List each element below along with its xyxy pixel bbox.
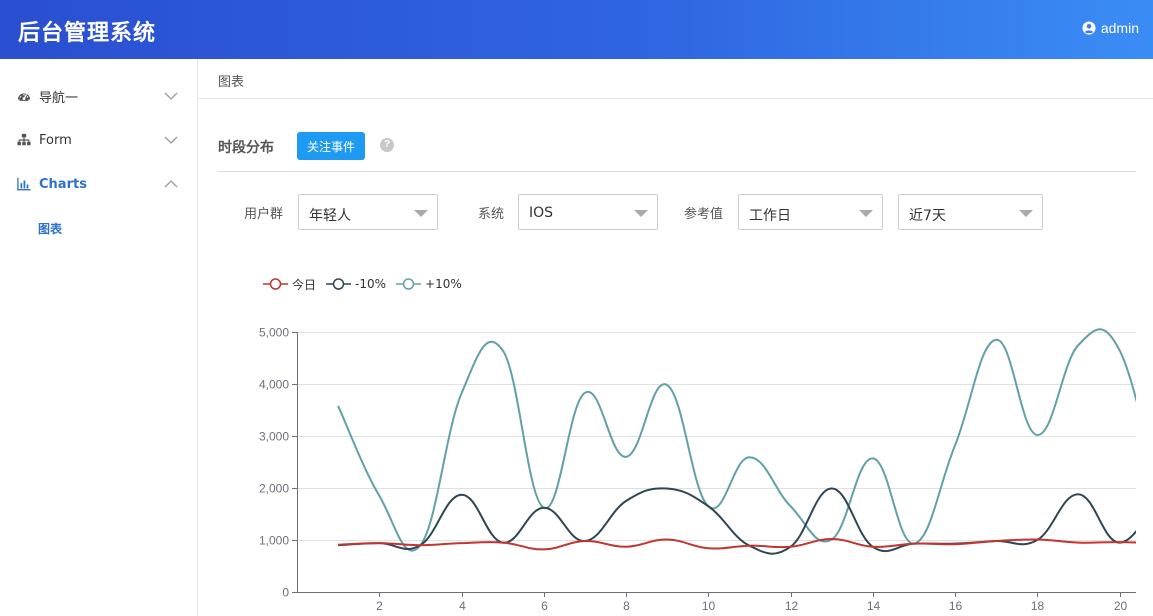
sidebar-item-label: Form bbox=[39, 132, 72, 148]
y-tick-label: 3,000 bbox=[259, 430, 289, 444]
caret-down-icon bbox=[859, 210, 873, 217]
line-chart: 0 1,000 2,000 3,000 4,000 5,000 2 4 6 8 10 12 14 16 18… bbox=[259, 326, 1136, 613]
x-tick-label: 20 bbox=[1114, 599, 1128, 613]
legend-label: -10% bbox=[355, 277, 387, 291]
reference-select[interactable]: 工作日 bbox=[738, 194, 883, 230]
sidebar-item-label: 导航一 bbox=[39, 90, 79, 106]
system-select[interactable]: IOS bbox=[518, 194, 658, 230]
date-range-value: 近7天 bbox=[909, 208, 946, 224]
chart-legend: 今日 -10% +10% bbox=[263, 276, 472, 292]
series-group bbox=[337, 328, 1136, 555]
user-menu[interactable]: admin bbox=[1082, 20, 1139, 36]
y-tick-label: 2,000 bbox=[259, 482, 289, 496]
user-group-value: 年轻人 bbox=[309, 208, 351, 224]
sidebar-item-charts[interactable]: Charts bbox=[0, 162, 197, 206]
series-line-+10% bbox=[337, 328, 1136, 552]
user-group-select[interactable]: 年轻人 bbox=[298, 194, 438, 230]
user-group-label: 用户群 bbox=[244, 207, 284, 222]
chevron-down-icon bbox=[164, 136, 178, 144]
follow-event-button[interactable]: 关注事件 bbox=[297, 132, 365, 160]
y-tick-label: 4,000 bbox=[259, 378, 289, 392]
system-label: 系统 bbox=[478, 207, 505, 222]
caret-down-icon bbox=[1019, 210, 1033, 217]
top-header: 后台管理系统 admin bbox=[0, 0, 1153, 59]
bar-chart-icon bbox=[17, 177, 31, 191]
breadcrumb: 图表 bbox=[218, 75, 245, 90]
system-value: IOS bbox=[529, 205, 554, 221]
x-tick-label: 18 bbox=[1031, 599, 1045, 613]
sidebar-item-nav-one[interactable]: 导航一 bbox=[0, 74, 197, 118]
x-tick-label: 14 bbox=[867, 599, 881, 613]
app-title: 后台管理系统 bbox=[18, 21, 157, 46]
caret-down-icon bbox=[634, 210, 648, 217]
sidebar-subitem-chart[interactable]: 图表 bbox=[0, 209, 197, 249]
reference-value: 工作日 bbox=[749, 208, 791, 224]
legend-item-plus10[interactable]: +10% bbox=[396, 277, 462, 291]
legend-marker-icon bbox=[396, 278, 422, 290]
legend-item-today[interactable]: 今日 bbox=[263, 276, 316, 293]
x-tick-label: 4 bbox=[459, 599, 466, 613]
sitemap-icon bbox=[17, 133, 31, 146]
question-circle-icon[interactable]: ? bbox=[380, 138, 394, 152]
divider bbox=[218, 171, 1136, 172]
x-tick-label: 12 bbox=[785, 599, 799, 613]
caret-down-icon bbox=[414, 210, 428, 217]
x-tick-label: 8 bbox=[623, 599, 630, 613]
x-tick-label: 2 bbox=[376, 599, 383, 613]
reference-label: 参考值 bbox=[684, 207, 724, 222]
y-tick-label: 1,000 bbox=[259, 534, 289, 548]
breadcrumb-bar: 图表 bbox=[198, 59, 1153, 99]
legend-marker-icon bbox=[326, 278, 352, 290]
chevron-down-icon bbox=[164, 92, 178, 100]
y-tick-label: 0 bbox=[282, 586, 289, 600]
legend-item-minus10[interactable]: -10% bbox=[326, 277, 386, 291]
legend-marker-icon bbox=[263, 278, 288, 290]
username: admin bbox=[1100, 20, 1139, 36]
x-tick-label: 10 bbox=[702, 599, 716, 613]
legend-label: 今日 bbox=[292, 277, 317, 292]
sidebar-item-form[interactable]: Form bbox=[0, 118, 197, 162]
date-range-select[interactable]: 近7天 bbox=[898, 194, 1043, 230]
sidebar: 导航一 Form Charts 图表 bbox=[0, 59, 198, 616]
user-circle-icon bbox=[1082, 21, 1096, 35]
legend-label: +10% bbox=[425, 277, 462, 291]
chevron-up-icon bbox=[164, 180, 178, 188]
x-tick-label: 16 bbox=[949, 599, 963, 613]
sidebar-subitem-label: 图表 bbox=[38, 222, 63, 236]
y-tick-label: 5,000 bbox=[259, 326, 289, 340]
section-title: 时段分布 bbox=[218, 140, 274, 156]
sidebar-item-label: Charts bbox=[39, 176, 87, 192]
dashboard-icon bbox=[17, 93, 31, 101]
x-tick-label: 6 bbox=[541, 599, 548, 613]
